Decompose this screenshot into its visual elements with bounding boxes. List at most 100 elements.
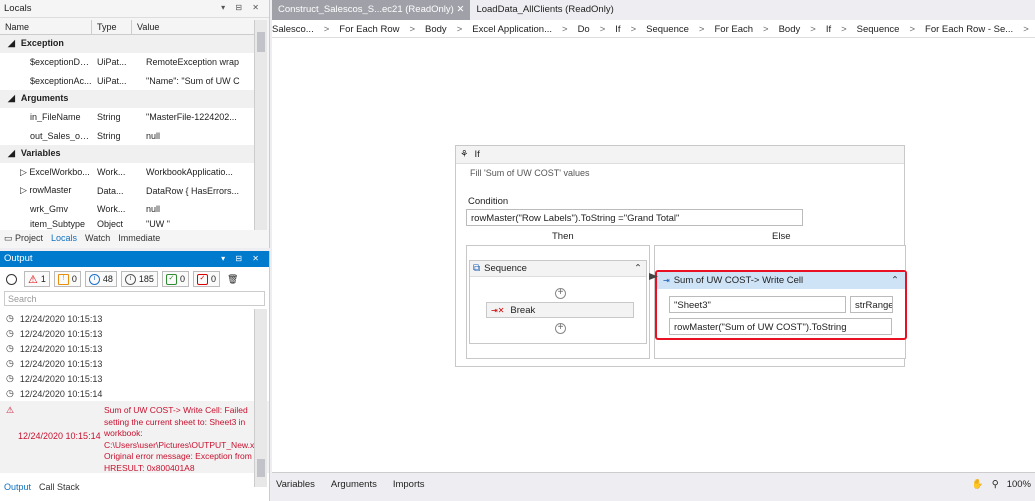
list-item[interactable]: ◷ 12/24/2020 10:15:13 [0,341,269,356]
collapse-icon[interactable]: ◢ [8,38,15,53]
chevron-right-icon: > [810,24,816,35]
breadcrumb-item[interactable]: If [615,24,620,37]
filter-error-button[interactable]: ⚠ 1 [24,271,50,287]
search-input[interactable]: Search [4,291,265,306]
table-row[interactable]: wrk_Gmv Work... null [0,200,254,219]
expand-icon[interactable]: ▷ [20,185,29,195]
table-row[interactable]: $exceptionAc... UiPat... "Name": "Sum of U… [0,72,254,91]
locals-scrollbar[interactable] [254,20,267,230]
collapse-icon[interactable]: ⌃ [634,263,642,274]
table-row[interactable]: in_FileName String "MasterFile-1224202... [0,108,254,127]
list-item[interactable]: ◷ 12/24/2020 10:15:13 [0,311,269,326]
filter-trace-button[interactable]: i 185 [120,271,158,287]
list-item[interactable]: ◷ 12/24/2020 10:15:14 [0,386,269,401]
tab-variables[interactable]: Variables [276,479,315,501]
output-panel: Output ▾ ⊟ ✕ ⚠ 1 ! 0 i 48 i 185 ✓ 0 ✓ 0 🗑 Sear… [0,251,270,501]
table-row[interactable]: ▷ ExcelWorkbo... Work... WorkbookApplicati… [0,163,254,182]
col-type[interactable]: Type [92,20,132,34]
output-tabs: Output Call Stack [0,479,84,495]
col-name[interactable]: Name [0,20,92,34]
chevron-right-icon: > [630,24,637,35]
table-row[interactable]: item_Subtype Object "UW " [0,219,254,229]
list-item[interactable]: ◷ 12/24/2020 10:15:13 [0,356,269,371]
col-value[interactable]: Value [132,20,254,34]
group-arguments[interactable]: ◢ Arguments [0,90,254,108]
clear-button[interactable]: 🗑 [224,271,241,287]
table-row[interactable]: ▷ rowMaster Data... DataRow { HasErrors... [0,182,254,201]
if-annotation[interactable]: Fill 'Sum of UW COST' values [470,168,589,178]
then-container[interactable]: ⧉ Sequence ⌃ + ⇥✕ Break + [466,245,650,359]
breadcrumb-item[interactable]: Body [425,24,447,37]
tab-watch[interactable]: Watch [85,233,110,244]
locals-grid: Name Type Value ◢ Exception $exceptionDe.… [0,20,254,230]
clock-icon: ◷ [6,328,14,338]
break-activity[interactable]: ⇥✕ Break [486,302,634,318]
clock-icon[interactable] [3,271,20,287]
write-cell-activity[interactable]: ⇥ Sum of UW COST-> Write Cell ⌃ "Sheet3" … [655,270,907,340]
break-icon: ⇥✕ [491,305,505,315]
tab-loaddata-allclients[interactable]: LoadData_AllClients (ReadOnly) [470,0,620,20]
tab-output[interactable]: Output [4,482,31,492]
zoom-level[interactable]: 100% [1007,479,1031,501]
breadcrumb-item[interactable]: Body [779,24,801,37]
designer-canvas: ⚘ If Fill 'Sum of UW COST' values Conditi… [272,38,1035,472]
hand-icon[interactable]: ✋ [972,479,984,501]
filter-warning-button[interactable]: ! 0 [53,271,81,287]
scrollbar-thumb[interactable] [257,459,265,477]
tab-call-stack[interactable]: Call Stack [39,482,80,492]
group-variables[interactable]: ◢ Variables [0,145,254,163]
if-icon: ⚘ [460,149,469,160]
error-row[interactable]: ⚠ 12/24/2020 10:15:14 Sum of UW COST-> W… [0,401,269,473]
breadcrumb-item[interactable]: Salesco... [272,24,314,37]
breadcrumb-item[interactable]: For Each Row - Se... [925,24,1013,37]
breadcrumb-item[interactable]: Sequence [857,24,900,37]
filter-info-button[interactable]: i 48 [84,271,117,287]
tab-arguments[interactable]: Arguments [331,479,377,501]
sheet-name-field[interactable]: "Sheet3" [669,296,846,313]
panel-controls[interactable]: ▾ ⊟ ✕ [221,3,263,12]
tab-imports[interactable]: Imports [393,479,425,501]
add-activity-icon[interactable]: + [555,323,566,334]
breadcrumb-item[interactable]: Sequence [646,24,689,37]
scrollbar-thumb[interactable] [257,32,265,52]
tab-project[interactable]: ▭ Project [4,233,43,244]
table-row[interactable]: $exceptionDe... UiPat... RemoteException w… [0,53,254,72]
filter-success-button[interactable]: ✓ 0 [161,271,189,287]
output-scrollbar[interactable] [254,309,267,487]
breadcrumb-item[interactable]: Excel Application... [472,24,552,37]
clock-icon: ◷ [6,388,14,398]
breadcrumb-item[interactable]: For Each [714,24,753,37]
sequence-activity[interactable]: ⧉ Sequence ⌃ + ⇥✕ Break + [469,260,647,344]
output-title: Output ▾ ⊟ ✕ [0,251,269,267]
tab-construct-salescos[interactable]: Construct_Salescos_S...ec21 (ReadOnly) ✕ [272,0,471,20]
tab-locals[interactable]: Locals [51,233,77,244]
range-field[interactable]: strRange_ [850,296,893,313]
designer-bottom-bar: Variables Arguments Imports ✋ ⚲ 100% [272,472,1035,501]
breadcrumb: Salesco... > For Each Row > Body > Excel Appli… [272,20,1035,38]
panel-controls[interactable]: ▾ ⊟ ✕ [221,254,263,263]
table-row[interactable]: out_Sales_ove... String null [0,127,254,146]
if-activity[interactable]: ⚘ If Fill 'Sum of UW COST' values Conditi… [455,145,907,367]
tab-immediate[interactable]: Immediate [118,233,160,244]
condition-field[interactable]: rowMaster("Row Labels").ToString ="Grand… [466,209,803,226]
add-activity-icon[interactable]: + [555,288,566,299]
list-item[interactable]: ◷ 12/24/2020 10:15:13 [0,371,269,386]
collapse-icon[interactable]: ◢ [8,148,15,163]
collapse-icon[interactable]: ⌃ [891,275,899,286]
breadcrumb-item[interactable]: For Each Row [339,24,399,37]
group-exception[interactable]: ◢ Exception [0,35,254,53]
expand-icon[interactable]: ▷ [20,167,29,177]
cell-value-field[interactable]: rowMaster("Sum of UW COST").ToString [669,318,892,335]
chevron-right-icon: > [1023,24,1029,35]
collapse-icon[interactable]: ◢ [8,93,15,108]
zoom-icon[interactable]: ⚲ [992,479,999,501]
close-icon[interactable]: ✕ [454,4,464,15]
else-container[interactable]: ⇥ Sum of UW COST-> Write Cell ⌃ "Sheet3" … [654,245,907,359]
chevron-right-icon: > [599,24,606,35]
trash-icon: 🗑 [226,273,239,284]
breadcrumb-item[interactable]: If [826,24,831,37]
breadcrumb-item[interactable]: Do [578,24,590,37]
locals-tabs: ▭ Project Locals Watch Immediate [0,230,164,247]
filter-fail-button[interactable]: ✓ 0 [192,271,220,287]
list-item[interactable]: ◷ 12/24/2020 10:15:13 [0,326,269,341]
